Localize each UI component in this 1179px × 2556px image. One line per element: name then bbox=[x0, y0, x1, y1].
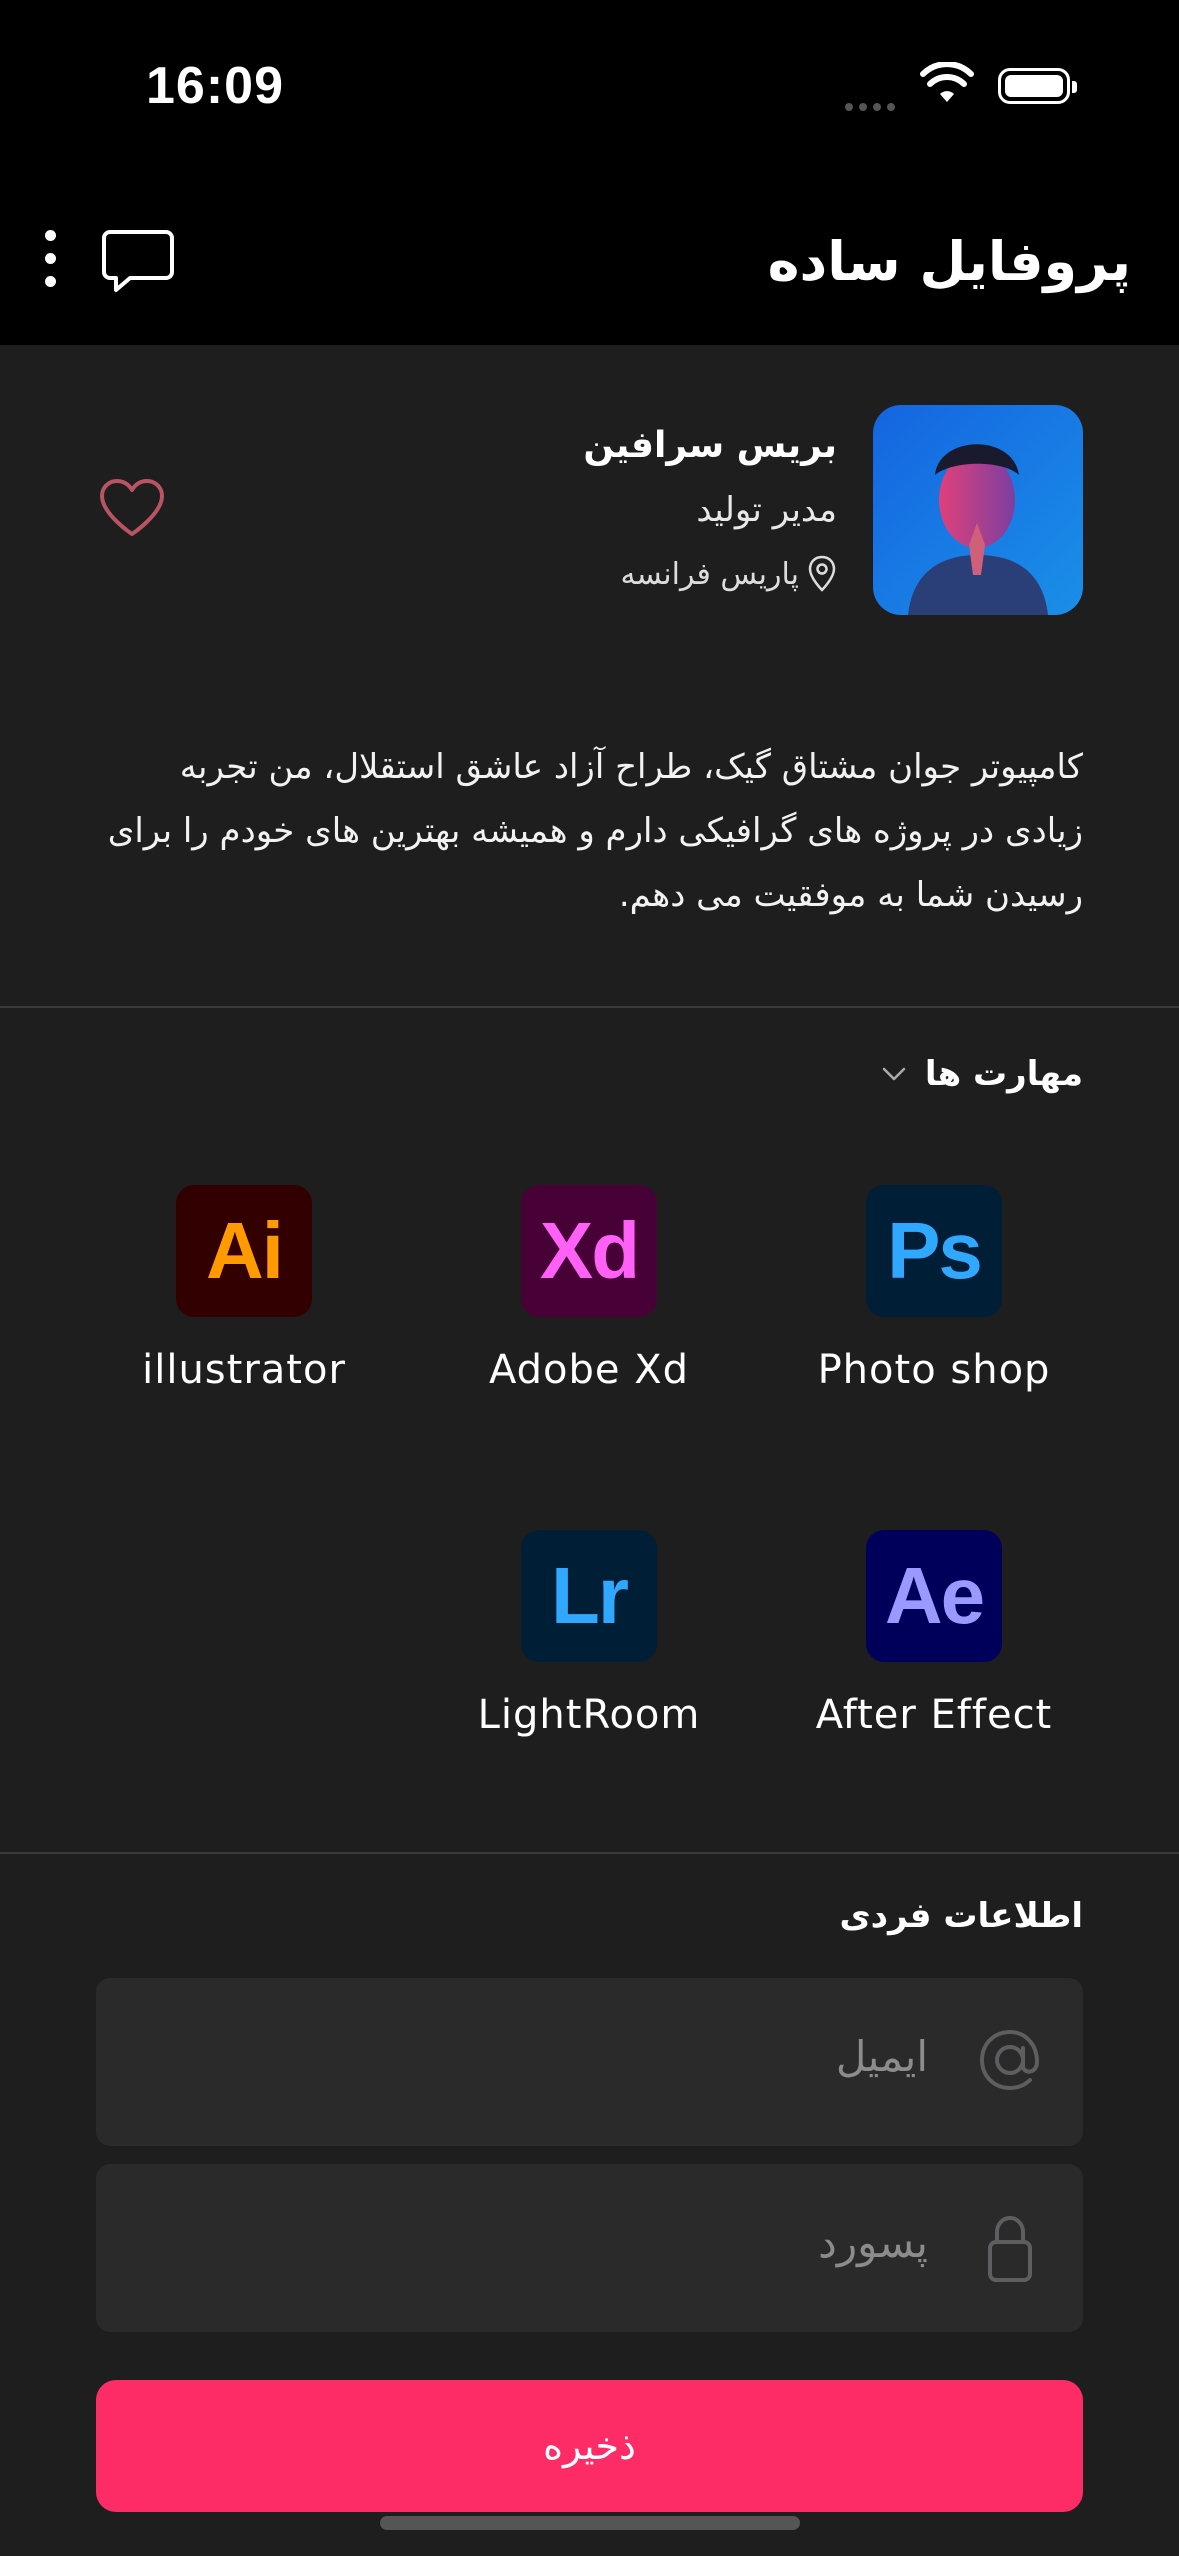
skill-abbr: Ae bbox=[884, 1551, 985, 1640]
skill-abbr: Xd bbox=[539, 1206, 640, 1295]
skill-label: Photo shop bbox=[817, 1347, 1051, 1393]
skill-illustrator[interactable]: Ai illustrator bbox=[94, 1185, 394, 1393]
avatar bbox=[873, 405, 1083, 615]
skill-adobe-xd[interactable]: Xd Adobe Xd bbox=[439, 1185, 739, 1393]
location-pin-icon bbox=[808, 555, 836, 592]
chevron-down-icon bbox=[882, 1067, 906, 1081]
profile-location: پاریس فرانسه bbox=[620, 555, 837, 593]
skills-header[interactable]: مهارت ها bbox=[881, 1054, 1083, 1094]
more-icon[interactable] bbox=[40, 230, 60, 300]
personal-info-header: اطلاعات فردی bbox=[839, 1896, 1083, 1936]
skills-title: مهارت ها bbox=[924, 1054, 1083, 1094]
skill-after-effect[interactable]: Ae After Effect bbox=[784, 1530, 1084, 1738]
signal-icon bbox=[845, 96, 901, 115]
skill-label: illustrator bbox=[142, 1347, 346, 1393]
skill-photoshop[interactable]: Ps Photo shop bbox=[784, 1185, 1084, 1393]
lightroom-icon: Lr bbox=[521, 1530, 657, 1662]
at-icon bbox=[979, 2029, 1040, 2091]
status-time: 16:09 bbox=[146, 57, 284, 115]
location-text: پاریس فرانسه bbox=[620, 556, 799, 592]
lock-icon bbox=[988, 2215, 1032, 2282]
adobe-xd-icon: Xd bbox=[521, 1185, 657, 1317]
profile-role: مدیر تولید bbox=[696, 490, 837, 530]
email-field[interactable]: ایمیل bbox=[96, 1978, 1083, 2146]
skill-label: LightRoom bbox=[477, 1692, 701, 1738]
status-bar: 16:09 bbox=[0, 0, 1179, 200]
password-field[interactable]: پسورد bbox=[96, 2164, 1083, 2332]
skill-abbr: Lr bbox=[551, 1551, 629, 1640]
profile-bio: کامپیوتر جوان مشتاق گیک، طراح آزاد عاشق … bbox=[107, 747, 1083, 915]
heart-icon[interactable] bbox=[98, 478, 166, 538]
chat-icon[interactable] bbox=[100, 226, 176, 296]
home-indicator bbox=[380, 2516, 800, 2530]
save-button[interactable]: ذخیره bbox=[96, 2380, 1083, 2512]
page-title: پروفایل ساده bbox=[767, 230, 1131, 293]
divider bbox=[0, 1006, 1179, 1008]
skill-abbr: Ai bbox=[206, 1206, 284, 1295]
password-placeholder: پسورد bbox=[818, 2218, 928, 2267]
illustrator-icon: Ai bbox=[176, 1185, 312, 1317]
skill-label: Adobe Xd bbox=[488, 1347, 690, 1393]
battery-icon bbox=[998, 68, 1077, 104]
email-placeholder: ایمیل bbox=[835, 2032, 928, 2081]
skill-abbr: Ps bbox=[887, 1206, 983, 1295]
profile-name: بریس سرافین bbox=[583, 425, 837, 466]
nav-bar: پروفایل ساده bbox=[0, 200, 1179, 345]
skill-label: After Effect bbox=[815, 1692, 1053, 1738]
personal-info-title: اطلاعات فردی bbox=[839, 1896, 1083, 1936]
wifi-icon bbox=[920, 62, 974, 102]
skill-lightroom[interactable]: Lr LightRoom bbox=[439, 1530, 739, 1738]
divider bbox=[0, 1852, 1179, 1854]
after-effects-icon: Ae bbox=[866, 1530, 1002, 1662]
photoshop-icon: Ps bbox=[866, 1185, 1002, 1317]
